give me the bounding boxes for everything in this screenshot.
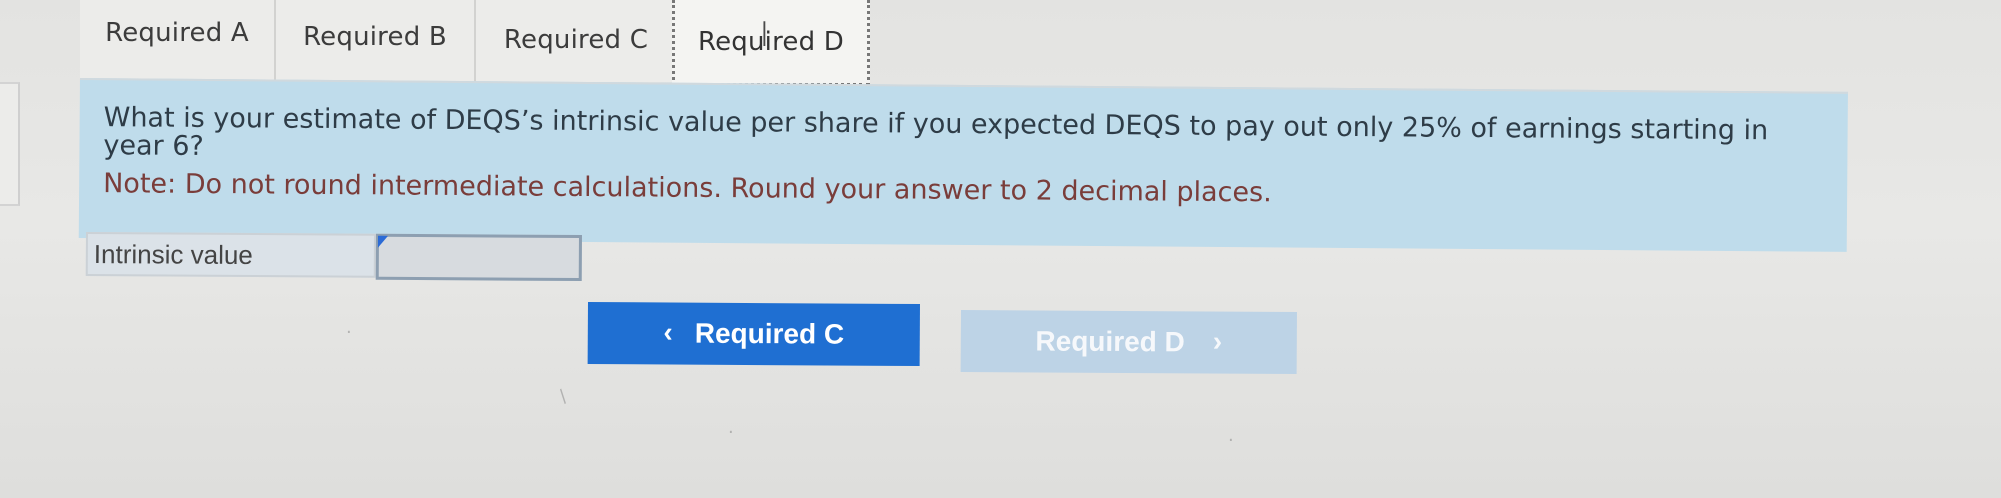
dust-mark: · [346,322,352,343]
question-panel: What is your estimate of DEQS’s intrinsi… [78,78,1848,252]
text-cursor-icon: I [761,15,768,55]
tab-required-b-label: Required B [303,22,447,52]
tab-required-c-label: Required C [503,25,649,55]
chevron-right-icon: › [1212,325,1223,357]
requirement-navigation: ‹ Required C Required D › [587,302,1298,382]
tab-required-d-label: Required D [697,27,844,57]
tab-required-c[interactable]: Required C [476,0,678,82]
tab-required-a-label: Required A [105,18,249,48]
tab-required-d[interactable]: Required D [672,0,870,86]
dust-mark: / [554,386,572,407]
previous-required-c-button[interactable]: ‹ Required C [587,302,920,367]
previous-button-label: Required C [694,317,845,350]
next-required-d-button: Required D › [960,310,1297,375]
tab-required-a[interactable]: Required A [80,0,276,82]
left-tab-edge [0,82,20,206]
intrinsic-value-input[interactable] [375,233,582,282]
dust-mark: · [1228,430,1234,451]
tab-required-b[interactable]: Required B [276,0,476,82]
question-text: What is your estimate of DEQS’s intrinsi… [103,102,1769,162]
screen-capture: Required A Required B Required C Require… [0,0,2001,498]
chevron-left-icon: ‹ [663,316,673,348]
intrinsic-value-label: Intrinsic value [85,232,376,278]
next-button-label: Required D [1035,325,1185,358]
input-corner-marker-icon [377,235,388,248]
intrinsic-value-answer-row: Intrinsic value [85,232,582,283]
dust-mark: · [728,422,734,443]
question-note: Note: Do not round intermediate calculat… [103,168,1272,209]
